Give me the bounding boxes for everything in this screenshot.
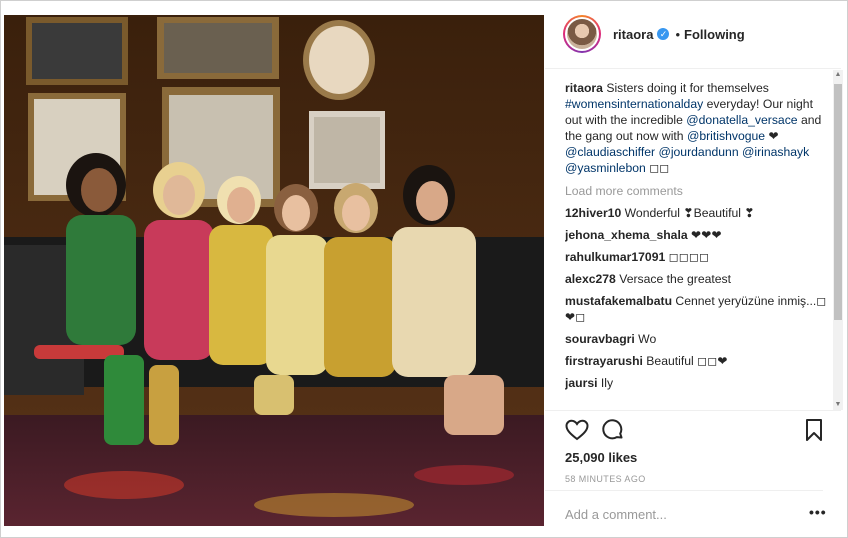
comment-username[interactable]: souravbagri [565,332,635,346]
caption-username[interactable]: ritaora [565,81,603,95]
mention-link[interactable]: @claudiaschiffer [565,145,655,159]
comment-text: Wonderful ❣Beautiful ❣ [624,206,755,220]
comment-item: alexc278 Versace the greatest [565,271,827,287]
comment-text: Versace the greatest [619,272,732,286]
scroll-thumb[interactable] [834,84,842,320]
caption-emoji: ◻◻ [649,161,670,175]
heart-emoji: ❤ [768,129,779,143]
comments-scrollbar[interactable]: ▲ ▼ [833,70,843,410]
comment-item: souravbagri Wo [565,331,827,347]
post-actions [561,418,829,446]
more-options-icon[interactable]: ••• [809,504,827,520]
comment-text: ❤❤❤ [691,228,722,242]
comment-username[interactable]: firstrayarushi [565,354,643,368]
post-header: ritaora ✓ • Following [545,12,835,56]
mention-link[interactable]: @britishvogue [687,129,765,143]
comment-username[interactable]: jaursi [565,376,598,390]
avatar-image [567,19,597,49]
comment-item: rahulkumar17091 ◻◻◻◻ [565,249,827,265]
comment-username[interactable]: mustafakemalbatu [565,294,672,308]
comments-list[interactable]: ritaora Sisters doing it for themselves … [565,80,827,410]
comment-username[interactable]: rahulkumar17091 [565,250,665,264]
comment-username[interactable]: alexc278 [565,272,616,286]
post-panel: ritaora ✓ • Following ritaora Sisters do… [545,0,845,538]
comment-item: mustafakemalbatu Cennet yeryüzüne inmiş.… [565,293,827,325]
likes-count[interactable]: 25,090 likes [565,450,637,465]
avatar[interactable] [563,15,601,53]
comment-item: jehona_xhema_shala ❤❤❤ [565,227,827,243]
comment-item: jaursi Ily [565,375,827,391]
load-more-comments-button[interactable]: Load more comments [565,183,827,199]
heart-icon[interactable] [565,418,589,447]
add-comment-input[interactable]: Add a comment... [565,507,667,522]
comment-username[interactable]: 12hiver10 [565,206,621,220]
comment-text: ◻◻◻◻ [668,250,710,264]
post-photo[interactable] [4,15,544,526]
separator-dot: • [675,26,681,42]
comment-text: Beautiful ◻◻❤ [646,354,728,368]
mention-link[interactable]: @donatella_versace [686,113,797,127]
scroll-down-arrow-icon[interactable]: ▼ [833,400,843,410]
verified-badge-icon: ✓ [657,28,670,40]
comment-item: 12hiver10 Wonderful ❣Beautiful ❣ [565,205,827,221]
comment-icon[interactable] [601,418,625,447]
bookmark-icon[interactable] [803,418,825,447]
post-timestamp[interactable]: 58 MINUTES AGO [565,474,646,484]
caption-text: Sisters doing it for themselves [606,81,769,95]
mention-link[interactable]: @yasminlebon [565,161,646,175]
comment-text: Ily [600,376,614,390]
scroll-up-arrow-icon[interactable]: ▲ [833,70,843,80]
divider [545,410,841,411]
divider [545,68,841,69]
following-button[interactable]: Following [684,27,745,42]
mention-link[interactable]: @jourdandunn [658,145,738,159]
comment-item: firstrayarushi Beautiful ◻◻❤ [565,353,827,369]
comment-text: Wo [638,332,657,346]
comment-username[interactable]: jehona_xhema_shala [565,228,688,242]
hashtag-link[interactable]: #womensinternationalday [565,97,703,111]
divider [545,490,823,491]
post-username[interactable]: ritaora [613,27,653,42]
mention-link[interactable]: @irinashayk [742,145,809,159]
post-caption: ritaora Sisters doing it for themselves … [565,80,827,176]
